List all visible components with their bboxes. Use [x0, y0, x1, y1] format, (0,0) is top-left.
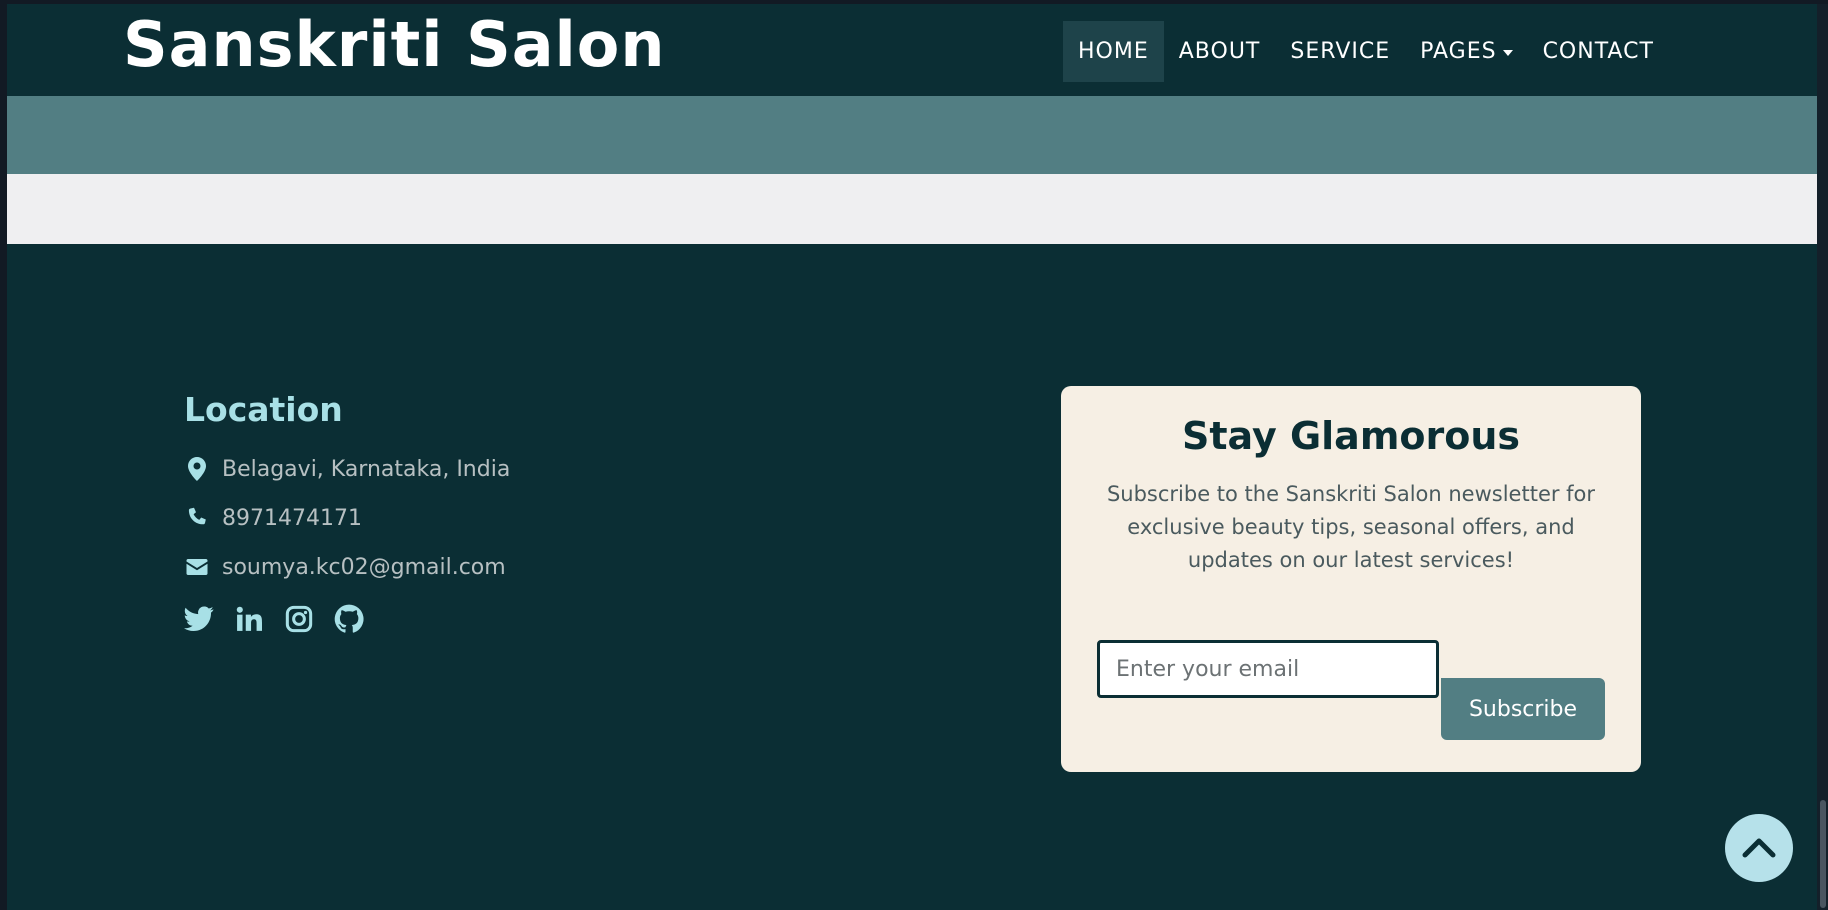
scrollbar-track[interactable]: [1817, 4, 1828, 910]
nav-about-label: ABOUT: [1178, 39, 1261, 64]
chevron-up-icon: [1742, 838, 1776, 858]
subscribe-button[interactable]: Subscribe: [1441, 678, 1605, 740]
envelope-icon: [184, 554, 210, 580]
twitter-icon[interactable]: [184, 604, 214, 634]
email-input[interactable]: [1097, 640, 1439, 698]
scrollbar-thumb[interactable]: [1820, 800, 1826, 908]
footer: Location Belagavi, Karnataka, India 8971…: [7, 244, 1817, 910]
address-text: Belagavi, Karnataka, India: [222, 456, 511, 482]
nav-contact[interactable]: CONTACT: [1528, 21, 1669, 82]
newsletter-card: Stay Glamorous Subscribe to the Sanskrit…: [1061, 386, 1641, 772]
caret-down-icon: [1502, 49, 1513, 56]
newsletter-description: Subscribe to the Sanskriti Salon newslet…: [1106, 482, 1596, 572]
nav-service-label: SERVICE: [1290, 39, 1391, 64]
navbar: Sanskriti Salon HOME ABOUT SERVICE PAGES…: [7, 4, 1817, 96]
nav-menu: HOME ABOUT SERVICE PAGES CONTACT: [1063, 21, 1669, 82]
phone-row: 8971474171: [184, 505, 362, 531]
nav-about[interactable]: ABOUT: [1164, 21, 1276, 82]
page-viewport: Sanskriti Salon HOME ABOUT SERVICE PAGES…: [7, 4, 1817, 910]
social-links: [184, 604, 364, 634]
linkedin-icon[interactable]: [234, 604, 264, 634]
github-icon[interactable]: [334, 604, 364, 634]
back-to-top-button[interactable]: [1725, 814, 1793, 882]
nav-contact-label: CONTACT: [1542, 39, 1654, 64]
nav-home[interactable]: HOME: [1063, 21, 1164, 82]
location-heading: Location: [184, 390, 343, 429]
email-text: soumya.kc02@gmail.com: [222, 554, 506, 580]
phone-text: 8971474171: [222, 505, 362, 531]
nav-pages-label: PAGES: [1420, 39, 1497, 64]
section-divider: [7, 174, 1817, 244]
newsletter-title: Stay Glamorous: [1181, 414, 1521, 458]
nav-service[interactable]: SERVICE: [1275, 21, 1405, 82]
map-marker-icon: [184, 456, 210, 482]
instagram-icon[interactable]: [284, 604, 314, 634]
browser-frame: Sanskriti Salon HOME ABOUT SERVICE PAGES…: [0, 0, 1828, 910]
phone-icon: [184, 505, 210, 531]
address-row: Belagavi, Karnataka, India: [184, 456, 510, 482]
brand-logo[interactable]: Sanskriti Salon: [123, 14, 666, 76]
hero-bottom-band: [7, 96, 1817, 174]
nav-pages-dropdown[interactable]: PAGES: [1405, 21, 1527, 82]
nav-home-label: HOME: [1078, 39, 1149, 64]
email-row: soumya.kc02@gmail.com: [184, 554, 506, 580]
